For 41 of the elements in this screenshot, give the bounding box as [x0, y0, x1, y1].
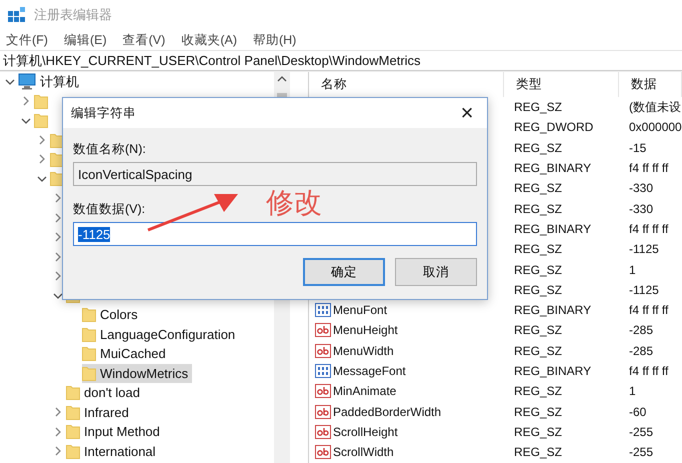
value-type: REG_SZ — [513, 384, 564, 398]
value-data: -1125 — [628, 282, 660, 297]
value-data: -255 — [628, 424, 654, 439]
value-type: REG_BINARY — [513, 303, 592, 318]
field-label: 数值名称(N): — [73, 141, 146, 158]
value-type: REG_SZ — [513, 344, 564, 358]
value-data: -330 — [628, 181, 654, 196]
value-data: -1125 — [628, 242, 660, 256]
value-data: (数值未设 — [628, 98, 682, 116]
value-data: -285 — [628, 344, 654, 358]
value-type: REG_DWORD — [513, 120, 594, 134]
value-type: REG_BINARY — [513, 161, 592, 176]
annotation-text: 修改 — [266, 185, 322, 221]
value-data: f4 ff ff ff — [628, 222, 670, 236]
value-data: -15 — [628, 140, 648, 155]
value-data: 0x000000 — [628, 120, 682, 134]
value-type: REG_SZ — [513, 282, 564, 297]
value-type: REG_SZ — [513, 262, 564, 277]
value-type: REG_SZ — [513, 181, 564, 196]
value-data: -60 — [628, 404, 648, 419]
value-type: REG_SZ — [513, 202, 564, 216]
value-type: REG_SZ — [513, 445, 564, 460]
value-type: REG_SZ — [513, 242, 564, 256]
value-type: REG_SZ — [513, 100, 564, 114]
field-label: 数值数据(V): — [73, 201, 146, 218]
value-data: -285 — [628, 323, 654, 338]
value-type: REG_BINARY — [513, 222, 592, 236]
value-data: f4 ff ff ff — [628, 364, 670, 378]
value-type: REG_BINARY — [513, 364, 592, 378]
value-type: REG_SZ — [513, 404, 564, 419]
value-data: 1 — [628, 262, 637, 277]
value-type: REG_SZ — [513, 424, 564, 439]
value-data: f4 ff ff ff — [628, 303, 670, 318]
value-data: -255 — [628, 445, 654, 460]
window-title: 注册表编辑器 — [34, 6, 112, 24]
value-data: 1 — [628, 384, 637, 398]
value-type: REG_SZ — [513, 140, 564, 155]
value-data: f4 ff ff ff — [628, 161, 670, 176]
value-data: -330 — [628, 202, 654, 216]
value-type: REG_SZ — [513, 323, 564, 338]
dialog-title: 编辑字符串 — [71, 104, 136, 122]
